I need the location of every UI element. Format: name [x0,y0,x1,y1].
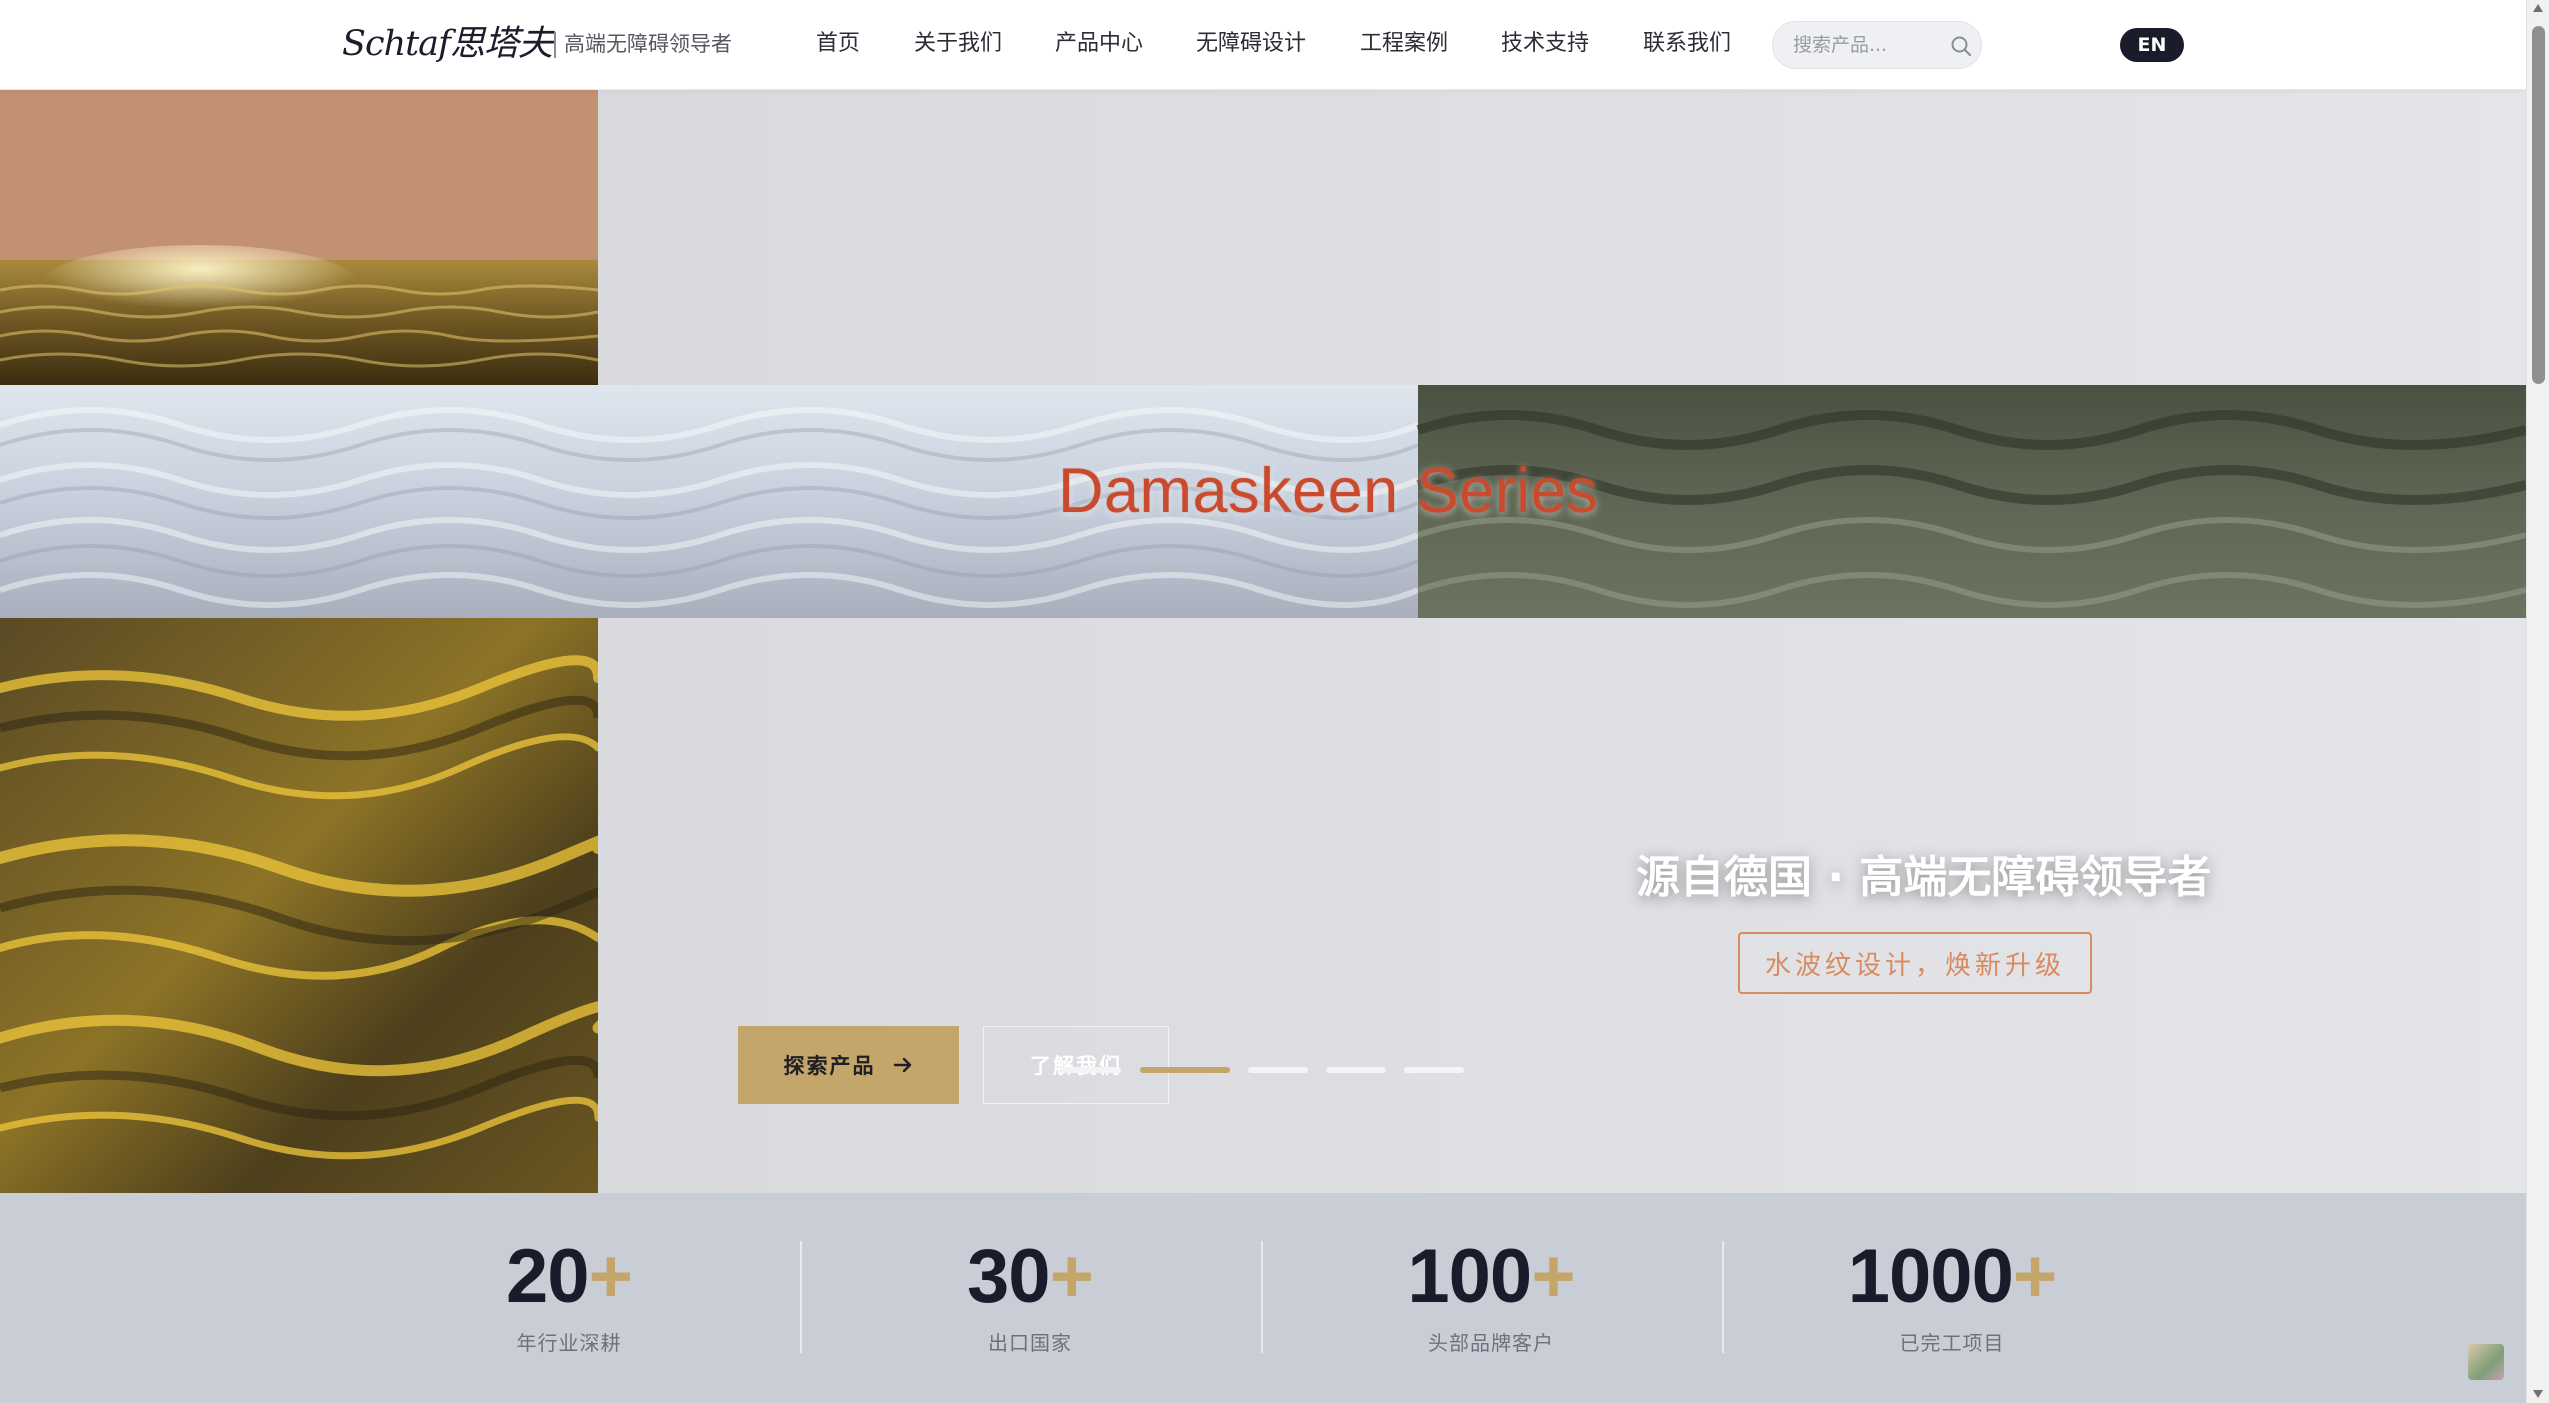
stat-brand-clients: 100+ 头部品牌客户 [1261,1237,1721,1356]
arrow-right-icon [893,1057,911,1073]
hero-heading: 源自德国 · 高端无障碍领导者 [1636,852,2212,903]
about-us-button[interactable]: 了解我们 [983,1026,1169,1104]
carousel-dot-3[interactable] [1248,1067,1308,1073]
stat-years: 20+ 年行业深耕 [339,1237,799,1356]
language-toggle-button[interactable]: EN [2120,28,2184,62]
golden-water-image [0,618,598,1193]
page-scrollbar[interactable] [2526,0,2549,1403]
nav-item-home[interactable]: 首页 [816,28,860,60]
stat-value: 100+ [1407,1234,1575,1319]
stats-bar: 20+ 年行业深耕 30+ 出口国家 100+ 头部品牌客户 1000+ 已完工… [0,1193,2526,1403]
stat-label: 头部品牌客户 [1428,1331,1554,1355]
stat-label: 已完工项目 [1899,1331,2005,1355]
carousel-dot-5[interactable] [1404,1067,1464,1073]
nav-item-products[interactable]: 产品中心 [1055,28,1143,60]
about-us-label: 了解我们 [1030,1050,1122,1080]
explore-products-label: 探索产品 [783,1055,876,1078]
explore-products-button[interactable]: 探索产品 [738,1026,959,1104]
floating-widget-thumbnail[interactable] [2468,1344,2504,1380]
stat-value: 1000+ [1847,1234,2057,1319]
stat-label: 年行业深耕 [516,1331,622,1355]
sunset-sea-image [0,90,598,385]
scroll-up-arrow-icon[interactable] [2532,2,2544,14]
search-input[interactable] [1791,30,1941,60]
stat-countries: 30+ 出口国家 [800,1237,1260,1356]
nav-item-accessible-design[interactable]: 无障碍设计 [1196,28,1306,60]
nav-item-about[interactable]: 关于我们 [914,28,1002,60]
brand-logo[interactable]: Schtaf思塔夫 [342,22,553,66]
nav-item-projects[interactable]: 工程案例 [1360,28,1448,60]
brand-tagline: 高端无障碍领导者 [564,32,732,56]
nav-item-support[interactable]: 技术支持 [1501,28,1589,60]
series-title: Damaskeen Series [1058,456,1599,526]
search-icon[interactable] [1949,34,1973,58]
stat-projects: 1000+ 已完工项目 [1722,1237,2182,1356]
logo-divider [554,32,556,58]
site-header: Schtaf思塔夫 高端无障碍领导者 首页 关于我们 产品中心 无障碍设计 工程… [0,0,2526,90]
stat-value: 20+ [506,1234,633,1319]
scrollbar-thumb[interactable] [2532,26,2545,384]
stat-value: 30+ [967,1234,1094,1319]
search-box [1772,21,1982,69]
nav-item-contact[interactable]: 联系我们 [1643,28,1731,60]
carousel-dot-1[interactable] [1061,1067,1121,1073]
hero-carousel: Damaskeen Series 源自德国 · 高端无障碍领导者 水波纹设计，焕… [0,90,2526,1193]
carousel-dot-2[interactable] [1140,1067,1230,1073]
stat-label: 出口国家 [988,1331,1072,1355]
hero-subheading-badge: 水波纹设计，焕新升级 [1738,932,2092,994]
carousel-dot-4[interactable] [1326,1067,1386,1073]
scroll-down-arrow-icon[interactable] [2532,1388,2544,1400]
